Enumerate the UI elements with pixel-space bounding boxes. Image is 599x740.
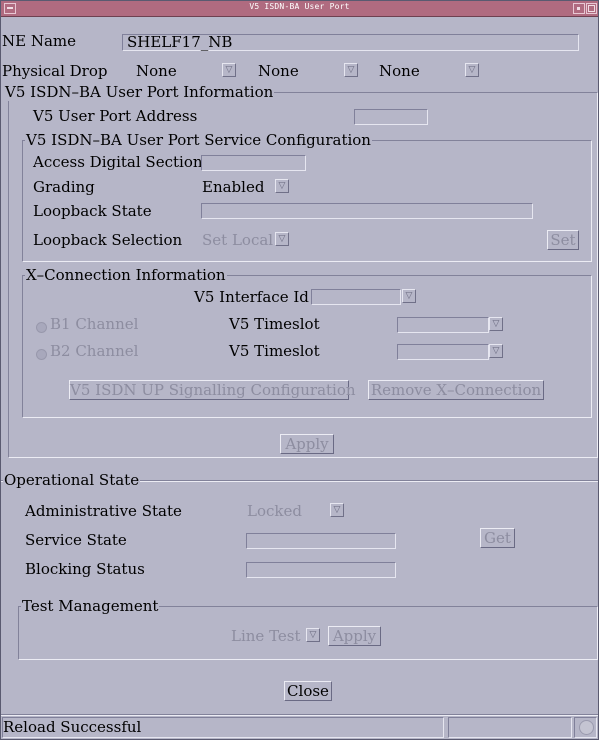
timeslot2-select[interactable]: ▽	[397, 343, 507, 361]
status-light-icon	[574, 717, 597, 738]
title-bar[interactable]: V5 ISDN-BA User Port	[1, 1, 598, 17]
user-port-address-label: V5 User Port Address	[33, 107, 198, 125]
chevron-down-icon: ▽	[489, 344, 503, 358]
physical-drop-value-2: None	[258, 62, 299, 80]
test-management-title: Test Management	[21, 597, 160, 615]
grading-label: Grading	[33, 178, 95, 196]
service-state-field	[246, 533, 396, 549]
apply-button[interactable]: Apply	[280, 434, 334, 454]
b2-channel-radio[interactable]	[36, 349, 47, 360]
loopback-selection-label: Loopback Selection	[33, 231, 183, 249]
status-secondary-field	[448, 717, 572, 738]
blocking-status-field	[246, 562, 396, 578]
b1-channel-radio[interactable]	[36, 322, 47, 333]
physical-drop-value-3: None	[379, 62, 420, 80]
line-test-value: Line Test	[231, 627, 301, 645]
operational-state-title: Operational State	[3, 471, 141, 489]
ne-name-field: SHELF17_NB	[122, 34, 579, 51]
timeslot1-select[interactable]: ▽	[397, 316, 507, 334]
access-digital-section-field	[201, 155, 306, 171]
b1-channel-label: B1 Channel	[50, 315, 139, 333]
signalling-config-button[interactable]: V5 ISDN UP Signalling Configuration	[69, 380, 356, 400]
blocking-status-label: Blocking Status	[25, 560, 145, 578]
admin-state-value: Locked	[247, 502, 302, 520]
access-digital-section-label: Access Digital Section	[33, 153, 203, 171]
timeslot2-label: V5 Timeslot	[229, 342, 320, 360]
loopback-selection-select[interactable]: Set Local ▽	[200, 231, 292, 249]
service-config-title: V5 ISDN–BA User Port Service Configurati…	[25, 131, 372, 149]
get-button[interactable]: Get	[480, 528, 515, 548]
physical-drop-select-2[interactable]: None ▽	[256, 62, 364, 80]
set-button[interactable]: Set	[547, 230, 579, 250]
timeslot2-field	[397, 344, 489, 360]
interface-id-field	[311, 289, 401, 305]
window-title: V5 ISDN-BA User Port	[249, 2, 350, 11]
dialog-window: V5 ISDN-BA User Port NE Name SHELF17_NB …	[0, 0, 599, 740]
admin-state-label: Administrative State	[25, 502, 182, 520]
physical-drop-label: Physical Drop	[2, 62, 108, 80]
chevron-down-icon: ▽	[275, 179, 289, 193]
user-port-info-title: V5 ISDN–BA User Port Information	[4, 83, 275, 101]
close-button[interactable]: Close	[284, 681, 332, 701]
timeslot1-label: V5 Timeslot	[229, 315, 320, 333]
chevron-down-icon: ▽	[402, 289, 416, 303]
interface-id-select[interactable]: ▽	[311, 288, 421, 306]
chevron-down-icon: ▽	[344, 63, 358, 77]
chevron-down-icon: ▽	[306, 628, 320, 642]
status-message: Reload Successful	[3, 718, 142, 736]
timeslot1-field	[397, 317, 489, 333]
loopback-state-label: Loopback State	[33, 202, 152, 220]
chevron-down-icon: ▽	[489, 317, 503, 331]
maximize-icon[interactable]	[586, 3, 597, 14]
remove-xconnection-button[interactable]: Remove X–Connection	[368, 380, 544, 400]
grading-select[interactable]: Enabled ▽	[200, 178, 292, 196]
grading-value: Enabled	[202, 178, 265, 196]
xconnection-title: X–Connection Information	[25, 266, 227, 284]
physical-drop-value-1: None	[136, 62, 177, 80]
admin-state-select[interactable]: Locked ▽	[245, 502, 349, 520]
chevron-down-icon: ▽	[330, 503, 344, 517]
loopback-state-field	[201, 203, 533, 219]
test-apply-button[interactable]: Apply	[328, 626, 381, 646]
chevron-down-icon: ▽	[465, 63, 479, 77]
physical-drop-select-3[interactable]: None ▽	[377, 62, 485, 80]
status-separator	[1, 714, 598, 716]
interface-id-label: V5 Interface Id	[194, 288, 309, 306]
chevron-down-icon: ▽	[275, 232, 289, 246]
physical-drop-select-1[interactable]: None ▽	[134, 62, 242, 80]
service-state-label: Service State	[25, 531, 127, 549]
b2-channel-label: B2 Channel	[50, 342, 139, 360]
line-test-select[interactable]: Line Test ▽	[229, 627, 325, 645]
chevron-down-icon: ▽	[222, 63, 236, 77]
user-port-address-field	[354, 109, 428, 125]
loopback-selection-value: Set Local	[202, 231, 274, 249]
ne-name-label: NE Name	[2, 32, 77, 50]
minimize-icon[interactable]	[573, 3, 585, 14]
